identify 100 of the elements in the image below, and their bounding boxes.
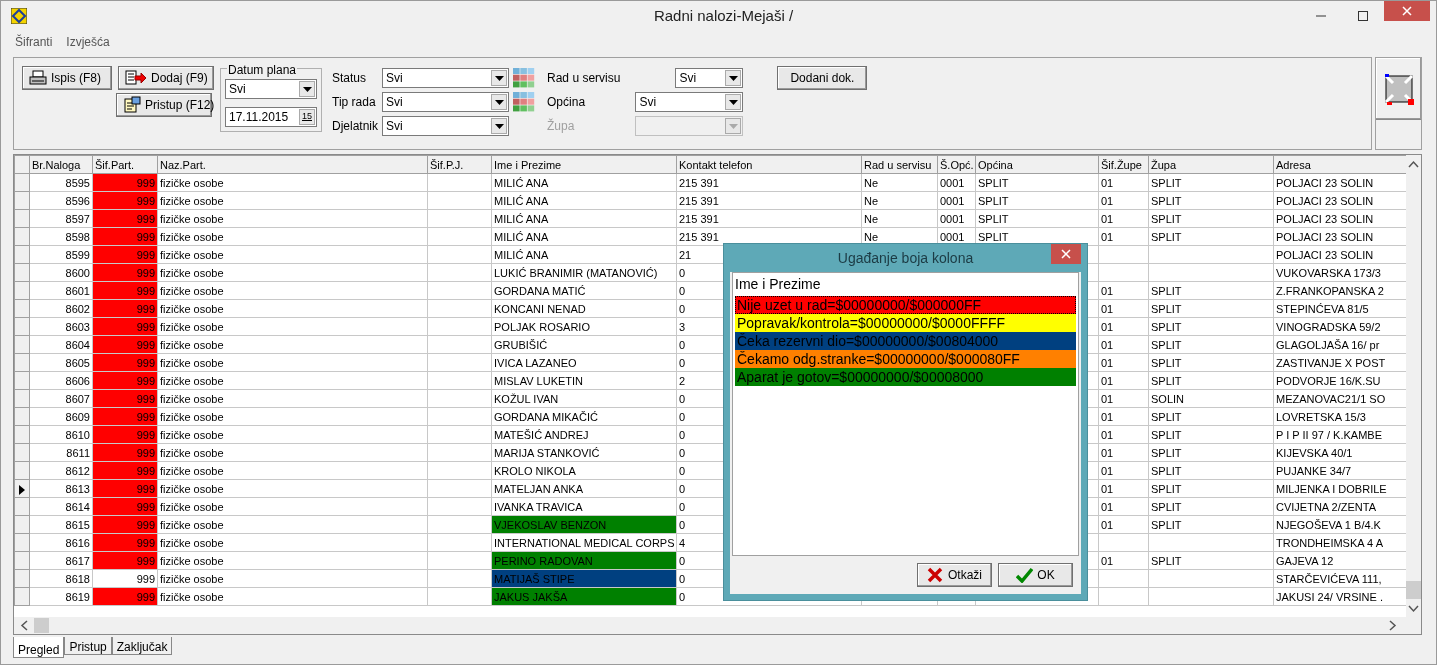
field-label: Tip rada (332, 94, 377, 111)
minimize-icon (1316, 15, 1326, 17)
dropdown[interactable]: Svi (382, 92, 510, 112)
toolbar-button[interactable]: Dodaj (F9) (118, 66, 214, 90)
table-cell: POLJAK ROSARIO (491, 317, 677, 336)
table-cell: 8616 (29, 533, 93, 552)
table-cell: SPLIT (1148, 461, 1274, 480)
calendar-button[interactable]: 15 (299, 109, 315, 125)
scroll-up-icon[interactable] (1408, 160, 1419, 168)
table-cell: KONCANI NENAD (491, 299, 677, 318)
tab[interactable]: Zaključak (111, 637, 173, 655)
check-icon (1016, 567, 1034, 583)
table-cell: 01 (1098, 389, 1149, 408)
table-cell: 8595 (29, 173, 93, 192)
table-cell: SPLIT (1148, 335, 1274, 354)
scroll-right-icon[interactable] (1389, 620, 1397, 631)
x-icon (927, 567, 944, 583)
table-cell: fizičke osobe (157, 245, 428, 264)
dropdown[interactable]: Svi (225, 79, 317, 99)
table-cell: 8597 (29, 209, 93, 228)
document-arrow-icon (125, 70, 147, 86)
table-cell: IVANKA TRAVICA (491, 497, 677, 516)
table-cell: KROLO NIKOLA (491, 461, 677, 480)
menu-item[interactable]: Šifranti (15, 33, 53, 51)
scrollbar-thumb[interactable] (34, 618, 49, 633)
date-field[interactable]: 17.11.2015 15 (225, 107, 317, 127)
toggle-size-button[interactable] (1376, 58, 1421, 120)
table-cell: MILIĆ ANA (491, 245, 677, 264)
table-cell: GORDANA MIKAČIĆ (491, 407, 677, 426)
caret-icon (728, 75, 738, 81)
close-button[interactable] (1051, 244, 1081, 264)
table-cell: MARIJA STANKOVIĆ (491, 443, 677, 462)
table-cell: 8619 (29, 587, 93, 606)
column-header[interactable]: Š.Opć. (937, 155, 976, 174)
table-cell: SPLIT (1148, 497, 1274, 516)
dropdown[interactable]: Svi (382, 68, 510, 88)
table-cell: 01 (1098, 209, 1149, 228)
color-setting-item[interactable]: Aparat je gotov=$00000000/$00008000 (735, 368, 1076, 386)
column-header[interactable]: Šif.Part. (92, 155, 158, 174)
column-header[interactable]: Adresa (1273, 155, 1406, 174)
table-cell: fizičke osobe (157, 335, 428, 354)
table-cell: SPLIT (1148, 479, 1274, 498)
color-grid-icon[interactable] (513, 68, 536, 88)
table-cell: MATELJAN ANKA (491, 479, 677, 498)
table-cell: Ne (861, 209, 938, 228)
add-documents-button[interactable]: Dodani dok. (777, 66, 868, 90)
table-cell: fizičke osobe (157, 317, 428, 336)
scroll-left-icon[interactable] (20, 620, 28, 631)
tab[interactable]: Pregled (13, 637, 65, 658)
column-header[interactable]: Kontakt telefon (676, 155, 862, 174)
column-header[interactable]: Općina (975, 155, 1099, 174)
dropdown[interactable] (635, 116, 744, 136)
scrollbar-thumb[interactable] (1406, 581, 1421, 599)
column-header[interactable]: Šif.P.J. (427, 155, 492, 174)
table-cell: 8617 (29, 551, 93, 570)
print-button[interactable]: Ispis (F8) (22, 66, 112, 90)
table-cell: 0001 (937, 173, 976, 192)
column-header[interactable]: Šif.Župe (1098, 155, 1149, 174)
table-cell: 8614 (29, 497, 93, 516)
table-cell: 8611 (29, 443, 93, 462)
table-cell: MILIĆ ANA (491, 227, 677, 246)
dropdown[interactable]: Svi (382, 116, 510, 136)
table-cell: 215 391 (676, 191, 862, 210)
field-label: Župa (547, 117, 576, 135)
caret-icon (302, 86, 312, 92)
column-header[interactable]: Br.Naloga (29, 155, 93, 174)
table-cell: SPLIT (1148, 227, 1274, 246)
column-header[interactable]: Rad u servisu (861, 155, 938, 174)
toolbar-button[interactable]: Pristup (F12) (116, 93, 212, 117)
cancel-button[interactable]: Otkaži (917, 563, 992, 587)
ok-button[interactable]: OK (998, 563, 1073, 587)
table-cell: SOLIN (1148, 389, 1274, 408)
color-setting-item[interactable]: Čekamo odg.stranke=$00000000/$000080FF (735, 350, 1076, 368)
dropdown[interactable]: Svi (675, 68, 744, 88)
menu-item[interactable]: Izvješća (66, 33, 110, 51)
color-grid-icon[interactable] (513, 92, 536, 112)
column-header[interactable]: Župa (1148, 155, 1274, 174)
table-cell: 0001 (937, 209, 976, 228)
scroll-down-icon[interactable] (1408, 605, 1419, 613)
table-cell: 8615 (29, 515, 93, 534)
caret-icon (728, 123, 738, 129)
dropdown[interactable]: Svi (635, 92, 744, 112)
table-cell: Ne (861, 173, 938, 192)
tab[interactable]: Pristup (64, 637, 112, 655)
field-label: Općina (547, 94, 587, 111)
column-header[interactable]: Ime i Prezime (491, 155, 677, 174)
field-label: Djelatnik (332, 118, 379, 135)
app-icon (11, 8, 27, 24)
table-cell: 01 (1098, 551, 1149, 570)
table-cell: SPLIT (1148, 353, 1274, 372)
table-cell: SPLIT (1148, 371, 1274, 390)
document-icon (123, 96, 141, 114)
table-cell: SPLIT (1148, 407, 1274, 426)
table-cell: 215 391 (676, 173, 862, 192)
table-cell: fizičke osobe (157, 551, 428, 570)
color-setting-item[interactable]: Nije uzet u rad=$00000000/$000000FF (735, 296, 1076, 314)
color-setting-item[interactable]: Popravak/kontrola=$00000000/$0000FFFF (735, 314, 1076, 332)
row-pointer-icon (19, 484, 25, 495)
column-header[interactable]: Naz.Part. (157, 155, 428, 174)
table-cell: 8599 (29, 245, 93, 264)
